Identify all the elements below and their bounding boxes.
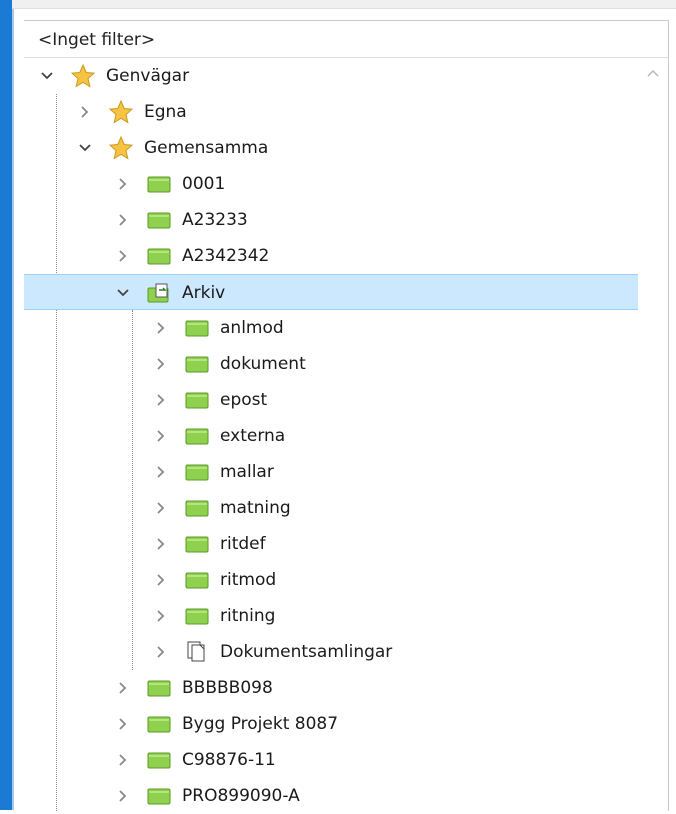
folder-icon (146, 712, 172, 736)
documents-icon (184, 640, 210, 664)
tree-node-label: Gemensamma (144, 138, 269, 158)
tree-node-label: Egna (144, 102, 187, 122)
tree-node-label: Dokumentsamlingar (220, 642, 393, 662)
folder-icon (184, 604, 210, 628)
tree-node-label: A23233 (182, 210, 248, 230)
tree-node-folder[interactable]: ritning (24, 598, 638, 634)
chevron-down-icon[interactable] (112, 282, 134, 304)
star-icon (70, 63, 96, 88)
tree-node-label: ritning (220, 606, 276, 626)
chevron-right-icon[interactable] (112, 749, 134, 771)
folder-icon (184, 388, 210, 412)
tree-node-label: mallar (220, 462, 274, 482)
tree-node-label: epost (220, 390, 268, 410)
folder-icon (184, 496, 210, 520)
tree-node-folder[interactable]: ritdef (24, 526, 638, 562)
tree-node-label: A2342342 (182, 246, 270, 266)
filter-text: <Inget filter> (38, 30, 156, 50)
window: <Inget filter> Genvägar Egna Gemensamma … (0, 0, 676, 811)
tree-node-label: Bygg Projekt 8087 (182, 714, 339, 734)
star-icon (108, 99, 134, 124)
tree-node-folder[interactable]: Bygg Projekt 8087 (24, 706, 638, 742)
tree-node-folder[interactable]: dokument (24, 346, 638, 382)
tree-node-folder[interactable]: mallar (24, 454, 638, 490)
tree-node-folder[interactable]: externa (24, 418, 638, 454)
tree-node-folder[interactable]: A23233 (24, 202, 638, 238)
filter-bar[interactable]: <Inget filter> (24, 21, 668, 58)
chevron-down-icon[interactable] (74, 137, 96, 159)
chevron-right-icon[interactable] (150, 389, 172, 411)
tree-node-arkiv-selected[interactable]: Arkiv (24, 274, 638, 310)
chevron-right-icon[interactable] (112, 209, 134, 231)
scroll-up-icon[interactable] (644, 64, 662, 82)
folder-icon (146, 244, 172, 268)
folder-icon (184, 424, 210, 448)
tree-node-label: BBBBB098 (182, 678, 273, 698)
chevron-right-icon[interactable] (112, 785, 134, 807)
tree-node-label: ritmod (220, 570, 277, 590)
tree-node-label: dokument (220, 354, 306, 374)
chevron-right-icon[interactable] (150, 641, 172, 663)
folder-icon (146, 676, 172, 700)
chevron-right-icon[interactable] (112, 245, 134, 267)
chevron-right-icon[interactable] (150, 497, 172, 519)
chevron-right-icon[interactable] (150, 605, 172, 627)
tree-node-label: anlmod (220, 318, 284, 338)
tree-node-folder[interactable]: C98876-11 (24, 742, 638, 778)
tree-node-folder[interactable]: epost (24, 382, 638, 418)
folder-icon (184, 316, 210, 340)
tree-panel: <Inget filter> Genvägar Egna Gemensamma … (24, 20, 669, 811)
tree-node-label: C98876-11 (182, 750, 276, 770)
chevron-right-icon[interactable] (150, 569, 172, 591)
tree-node-egna[interactable]: Egna (24, 94, 638, 130)
tree-node-label: PRO899090-A (182, 786, 300, 806)
left-border (12, 0, 14, 810)
folder-icon (146, 172, 172, 196)
tree-node-genvagar[interactable]: Genvägar (24, 58, 638, 94)
top-border (12, 0, 676, 9)
folder-icon (146, 784, 172, 808)
tree-node-label: 0001 (182, 174, 226, 194)
tree-node-folder[interactable]: A2342342 (24, 238, 638, 274)
folder-icon (184, 352, 210, 376)
folder-icon (184, 568, 210, 592)
tree-node-label: matning (220, 498, 291, 518)
tree-node-folder[interactable]: PRO899090-A (24, 778, 638, 814)
folder-icon (146, 748, 172, 772)
chevron-right-icon[interactable] (150, 461, 172, 483)
chevron-right-icon[interactable] (150, 533, 172, 555)
folder-icon (184, 460, 210, 484)
tree-node-folder[interactable]: matning (24, 490, 638, 526)
chevron-right-icon[interactable] (112, 677, 134, 699)
tree-node-document-collection[interactable]: Dokumentsamlingar (24, 634, 638, 670)
tree-node-folder[interactable]: 0001 (24, 166, 638, 202)
chevron-right-icon[interactable] (112, 713, 134, 735)
tree-node-label: ritdef (220, 534, 266, 554)
left-accent-bar (0, 0, 12, 810)
chevron-right-icon[interactable] (74, 101, 96, 123)
tree-node-folder[interactable]: ritmod (24, 562, 638, 598)
tree-node-folder[interactable]: BBBBB098 (24, 670, 638, 706)
tree-node-label: Genvägar (106, 66, 190, 86)
vertical-scrollbar[interactable] (638, 58, 668, 811)
shared-folder-icon (146, 281, 172, 305)
star-icon (108, 135, 134, 160)
tree-node-label: externa (220, 426, 286, 446)
chevron-down-icon[interactable] (36, 65, 58, 87)
folder-icon (184, 532, 210, 556)
tree-node-gemensamma[interactable]: Gemensamma (24, 130, 638, 166)
tree-node-label: Arkiv (182, 283, 226, 303)
chevron-right-icon[interactable] (150, 317, 172, 339)
chevron-right-icon[interactable] (150, 425, 172, 447)
chevron-right-icon[interactable] (112, 173, 134, 195)
tree-node-folder[interactable]: anlmod (24, 310, 638, 346)
folder-icon (146, 208, 172, 232)
chevron-right-icon[interactable] (150, 353, 172, 375)
folder-tree: Genvägar Egna Gemensamma 0001 A23233 A23… (24, 58, 638, 811)
